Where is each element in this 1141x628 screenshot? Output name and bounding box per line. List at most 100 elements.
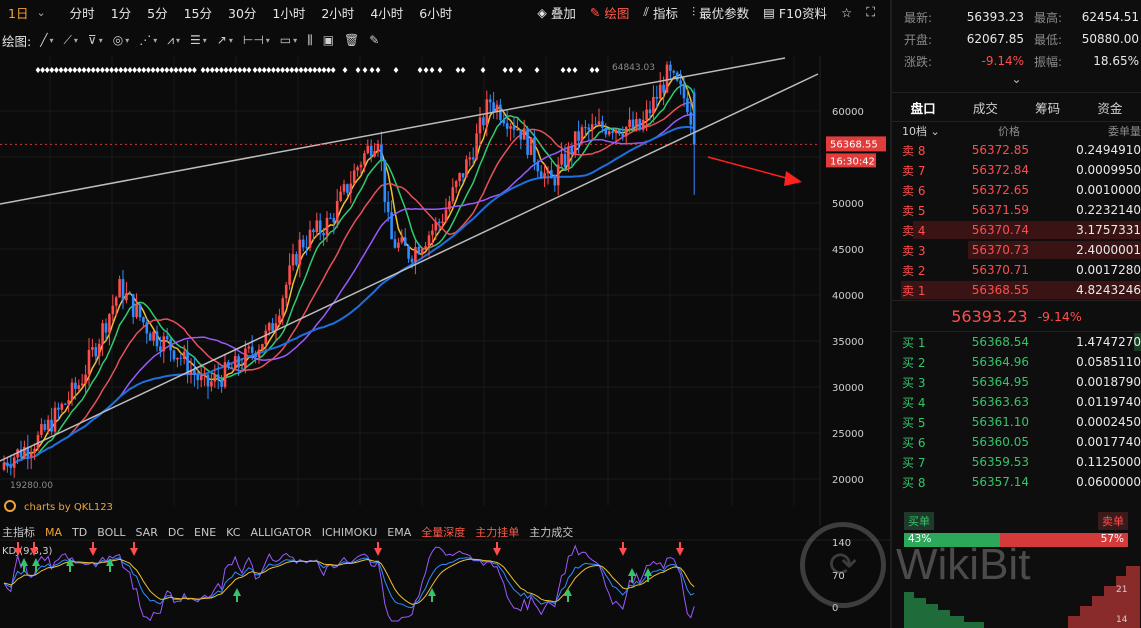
panel-tab-1[interactable]: 成交 (954, 98, 1016, 117)
trend-tool[interactable]: ⟋ ▾ (58, 33, 82, 48)
arrow-tool[interactable]: ↗ ▾ (212, 33, 238, 47)
timeframe-0[interactable]: 1日 (0, 3, 36, 22)
bid-row[interactable]: 买 8 56357.14 0.0600000 (892, 472, 1141, 492)
panel-tab-0[interactable]: 盘口 (892, 98, 954, 117)
channel-tool[interactable]: ☰ ▾ (185, 33, 212, 47)
indicator-7[interactable]: KC (224, 526, 248, 539)
timeframe-chevron-icon[interactable]: ⌄ (36, 6, 45, 19)
bid-qty: 0.0017740 (1076, 435, 1141, 449)
measure-tool[interactable]: ⊢⊣ ▾ (238, 33, 275, 47)
panel-tab-3[interactable]: 资金 (1079, 98, 1141, 117)
candle-body (203, 374, 206, 376)
indicator-6[interactable]: ENE (192, 526, 224, 539)
candle-body (451, 187, 455, 202)
candle-body (46, 419, 50, 430)
fib-tool[interactable]: ⊽ ▾ (83, 33, 108, 47)
indicator-11[interactable]: 全量深度 (419, 524, 473, 540)
line-tool[interactable]: ╱ ▾ (35, 33, 58, 47)
ask-row[interactable]: 卖 5 56371.59 0.2232140 (892, 200, 1141, 220)
timeframe-9[interactable]: 6小时 (411, 3, 460, 22)
candle-body (465, 159, 468, 178)
comment-tool[interactable]: ▭ ▾ (275, 33, 302, 47)
timeframe-1[interactable]: 分时 (62, 3, 103, 22)
candle-body (403, 237, 407, 246)
event-diamond (169, 67, 174, 73)
candle-body (380, 143, 383, 160)
candle-body (386, 201, 390, 213)
bid-qty: 0.0119740 (1076, 395, 1141, 409)
open-price: 62067.85 (966, 32, 1024, 46)
bid-row[interactable]: 买 7 56359.53 0.1125000 (892, 452, 1141, 472)
candle-body (111, 305, 115, 315)
timeframe-2[interactable]: 1分 (103, 3, 139, 22)
ask-label: 卖 6 (902, 183, 926, 198)
bid-row[interactable]: 买 5 56361.10 0.0002450 (892, 412, 1141, 432)
indicator-4[interactable]: SAR (134, 526, 166, 539)
bid-price: 56363.63 (971, 395, 1029, 409)
ask-row[interactable]: 卖 1 56368.55 4.8243246 (892, 280, 1141, 300)
tool-indicator[interactable]: ⫽ 指标 (636, 3, 685, 22)
indicator-13[interactable]: 主力成交 (527, 524, 581, 540)
price-tick: 60000 (832, 107, 864, 118)
event-diamond (572, 67, 578, 73)
candle-body (359, 164, 363, 168)
indicator-2[interactable]: TD (70, 526, 95, 539)
fullscreen-icon[interactable]: ⛶ (859, 4, 882, 20)
circle-tool[interactable]: ◎ ▾ (108, 33, 135, 47)
indicator-12[interactable]: 主力挂单 (473, 524, 527, 540)
panel-tab-2[interactable]: 筹码 (1017, 98, 1079, 117)
indicator-1[interactable]: MA (43, 526, 70, 539)
ask-row[interactable]: 卖 6 56372.65 0.0010000 (892, 180, 1141, 200)
candlestick-chart[interactable]: 6000055000500004500040000350003000025000… (0, 56, 890, 628)
timeframe-4[interactable]: 15分 (176, 3, 220, 22)
indicator-5[interactable]: DC (166, 526, 192, 539)
levels-select[interactable]: 10档 ⌄ (892, 123, 972, 139)
bid-row[interactable]: 买 6 56360.05 0.0017740 (892, 432, 1141, 452)
ask-row[interactable]: 卖 2 56370.71 0.0017280 (892, 260, 1141, 280)
ask-row[interactable]: 卖 8 56372.85 0.2494910 (892, 140, 1141, 160)
tool-f10[interactable]: ▤ F10资料 (756, 3, 834, 22)
sell-orders-label: 卖单 (1098, 512, 1128, 530)
tool-sliders[interactable]: ⫶ 最优参数 (685, 3, 756, 22)
timeframe-6[interactable]: 1小时 (264, 3, 313, 22)
brush-icon[interactable]: ✎ (364, 33, 384, 47)
price-tick: 45000 (832, 245, 864, 256)
bid-label: 买 4 (902, 395, 926, 410)
favorite-star-icon[interactable]: ☆ (834, 5, 859, 20)
indicator-10[interactable]: EMA (385, 526, 419, 539)
tool-pencil[interactable]: ✎ 绘图 (583, 3, 637, 22)
timeframe-3[interactable]: 5分 (139, 3, 175, 22)
ask-row[interactable]: 卖 3 56370.73 2.4000001 (892, 240, 1141, 260)
indicator-8[interactable]: ALLIGATOR (248, 526, 319, 539)
expand-chevron-icon[interactable]: ⌄ (892, 72, 1141, 92)
pattern-tool[interactable]: ⩘ ▾ (162, 33, 185, 48)
indicator-bar: 主指标 MA TD BOLL SAR DC ENE KC ALLIGATOR ICHIMOKU EM… (0, 523, 890, 541)
indicator-3[interactable]: BOLL (95, 526, 133, 539)
candle-body (315, 220, 319, 233)
bars-tool[interactable]: ⫼ (302, 33, 318, 48)
bid-row[interactable]: 买 4 56363.63 0.0119740 (892, 392, 1141, 412)
candle-body (584, 127, 587, 129)
trash-icon[interactable]: 🗑 (339, 33, 364, 47)
event-diamond (362, 67, 368, 73)
event-diamond (560, 67, 566, 73)
bid-price: 56359.53 (971, 455, 1029, 469)
candle-body (284, 284, 288, 299)
event-diamond (437, 67, 443, 73)
candle-body (148, 333, 152, 341)
wave-tool[interactable]: ⋰ ▾ (134, 33, 162, 47)
timeframe-7[interactable]: 2小时 (313, 3, 362, 22)
image-tool[interactable]: ▣ (318, 33, 339, 47)
timeframe-5[interactable]: 30分 (220, 3, 264, 22)
ask-row[interactable]: 卖 7 56372.84 0.0009950 (892, 160, 1141, 180)
candle-body (655, 96, 659, 99)
tool-layers[interactable]: ◈ 叠加 (530, 3, 583, 22)
candle-body (417, 247, 421, 254)
ask-row[interactable]: 卖 4 56370.74 3.1757331 (892, 220, 1141, 240)
event-diamond (150, 67, 156, 73)
bid-row[interactable]: 买 3 56364.95 0.0018790 (892, 372, 1141, 392)
bid-row[interactable]: 买 2 56364.96 0.0585110 (892, 352, 1141, 372)
indicator-9[interactable]: ICHIMOKU (320, 526, 386, 539)
timeframe-8[interactable]: 4小时 (362, 3, 411, 22)
bid-row[interactable]: 买 1 56368.54 1.4747270 (892, 332, 1141, 352)
